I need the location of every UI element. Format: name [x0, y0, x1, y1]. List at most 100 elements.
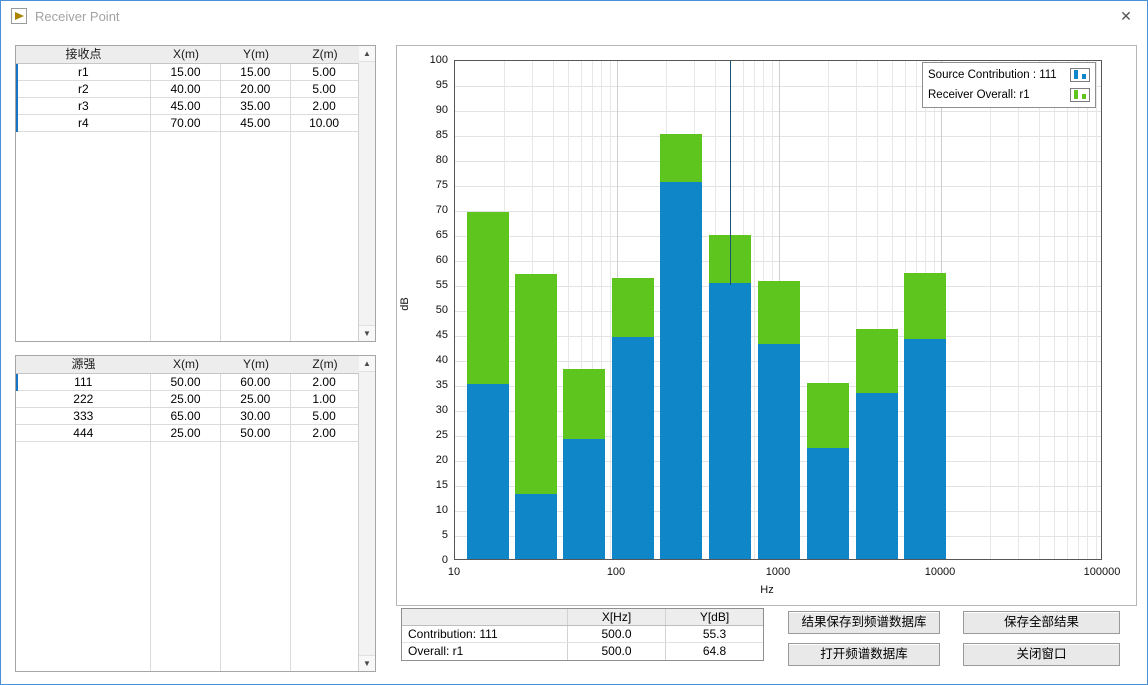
column-header[interactable]: Z(m): [291, 356, 359, 373]
table-cell[interactable]: 45.00: [220, 115, 290, 131]
bar-overall: [807, 383, 849, 448]
title-bar: Receiver Point ✕: [1, 1, 1147, 31]
table-cell[interactable]: 25.00: [220, 391, 290, 407]
window-title: Receiver Point: [35, 9, 120, 24]
table-cell[interactable]: 50.00: [151, 374, 221, 390]
table-cell[interactable]: 5.00: [290, 64, 358, 80]
readout-row-contribution[interactable]: Contribution: 111 500.0 55.3: [402, 626, 763, 643]
gridline-vertical-minor: [610, 61, 611, 559]
table-row[interactable]: r115.0015.005.00: [16, 64, 358, 81]
table-cell[interactable]: r2: [16, 81, 151, 97]
plot-area[interactable]: [454, 60, 1102, 560]
scroll-down-arrow-icon[interactable]: ▼: [359, 655, 375, 671]
table-cell[interactable]: 20.00: [220, 81, 290, 97]
vertical-scrollbar[interactable]: ▲▼: [358, 46, 375, 341]
app-icon: [11, 8, 27, 24]
table-cell[interactable]: 60.00: [220, 374, 290, 390]
column-header[interactable]: 接收点: [16, 46, 151, 63]
readout-header-y: Y[dB]: [666, 609, 763, 625]
table-cell[interactable]: 444: [16, 425, 151, 441]
plot-legend: Source Contribution : 111 Receiver Overa…: [922, 62, 1096, 108]
y-tick-label: 10: [406, 504, 448, 516]
table-cell[interactable]: 2.00: [290, 374, 358, 390]
y-tick-label: 5: [406, 529, 448, 541]
table-cell[interactable]: 333: [16, 408, 151, 424]
column-header[interactable]: 源强: [16, 356, 151, 373]
bar-contribution: [709, 283, 751, 560]
table-cell[interactable]: 111: [16, 374, 151, 390]
close-icon[interactable]: ✕: [1113, 5, 1139, 27]
table-cell[interactable]: 25.00: [151, 425, 221, 441]
y-tick-label: 95: [406, 79, 448, 91]
y-tick-label: 0: [406, 554, 448, 566]
bar-contribution: [515, 494, 557, 559]
table-row[interactable]: r240.0020.005.00: [16, 81, 358, 98]
bar-contribution: [612, 337, 654, 560]
table-cell[interactable]: 45.00: [151, 98, 221, 114]
table-row[interactable]: r470.0045.0010.00: [16, 115, 358, 132]
table-cell[interactable]: 10.00: [290, 115, 358, 131]
column-separator: [290, 46, 291, 341]
plot-cursor[interactable]: [730, 61, 731, 285]
table-cell[interactable]: r4: [16, 115, 151, 131]
table-row[interactable]: 44425.0050.002.00: [16, 425, 358, 442]
table-cell[interactable]: 70.00: [151, 115, 221, 131]
y-tick-label: 90: [406, 104, 448, 116]
readout-row-overall[interactable]: Overall: r1 500.0 64.8: [402, 643, 763, 660]
y-tick-label: 100: [406, 54, 448, 66]
y-tick-label: 85: [406, 129, 448, 141]
table-cell[interactable]: 5.00: [290, 81, 358, 97]
receiver-point-window: Receiver Point ✕ 接收点X(m)Y(m)Z(m)r115.001…: [0, 0, 1148, 685]
column-header[interactable]: Y(m): [221, 46, 291, 63]
column-header[interactable]: Y(m): [221, 356, 291, 373]
table-row[interactable]: r345.0035.002.00: [16, 98, 358, 115]
column-header[interactable]: X(m): [151, 356, 221, 373]
table-cell[interactable]: r1: [16, 64, 151, 80]
column-header[interactable]: Z(m): [291, 46, 359, 63]
table-header-row: 源强X(m)Y(m)Z(m): [16, 356, 359, 374]
table-row[interactable]: 22225.0025.001.00: [16, 391, 358, 408]
y-tick-label: 70: [406, 204, 448, 216]
gridline-vertical-minor: [1087, 61, 1088, 559]
bar-contribution: [904, 339, 946, 559]
table-body: r115.0015.005.00r240.0020.005.00r345.003…: [16, 64, 358, 341]
save-all-results-button[interactable]: 保存全部结果: [963, 611, 1120, 634]
table-cell[interactable]: 25.00: [151, 391, 221, 407]
table-cell[interactable]: 5.00: [290, 408, 358, 424]
table-cell[interactable]: 2.00: [290, 425, 358, 441]
gridline-vertical-minor: [754, 61, 755, 559]
table-cell[interactable]: 15.00: [151, 64, 221, 80]
table-cell[interactable]: r3: [16, 98, 151, 114]
table-cell[interactable]: 30.00: [220, 408, 290, 424]
table-cell[interactable]: 40.00: [151, 81, 221, 97]
x-tick-label: 100: [581, 566, 651, 579]
table-cell[interactable]: 50.00: [220, 425, 290, 441]
legend-entry-overall[interactable]: Receiver Overall: r1: [928, 85, 1090, 105]
y-tick-label: 65: [406, 229, 448, 241]
table-row[interactable]: 11150.0060.002.00: [16, 374, 358, 391]
gridline-vertical-minor: [1096, 61, 1097, 559]
table-cell[interactable]: 65.00: [151, 408, 221, 424]
table-cell[interactable]: 1.00: [290, 391, 358, 407]
open-spectrum-db-button[interactable]: 打开频谱数据库: [788, 643, 940, 666]
gridline-vertical-minor: [1078, 61, 1079, 559]
table-cell[interactable]: 35.00: [220, 98, 290, 114]
scroll-up-arrow-icon[interactable]: ▲: [359, 356, 375, 372]
table-row[interactable]: 33365.0030.005.00: [16, 408, 358, 425]
scroll-down-arrow-icon[interactable]: ▼: [359, 325, 375, 341]
y-tick-label: 75: [406, 179, 448, 191]
save-to-spectrum-db-button[interactable]: 结果保存到频谱数据库: [788, 611, 940, 634]
gridline-vertical-minor: [1039, 61, 1040, 559]
column-header[interactable]: X(m): [151, 46, 221, 63]
column-separator: [150, 356, 151, 671]
table-cell[interactable]: 222: [16, 391, 151, 407]
bar-overall: [467, 212, 509, 385]
scroll-up-arrow-icon[interactable]: ▲: [359, 46, 375, 62]
table-cell[interactable]: 2.00: [290, 98, 358, 114]
readout-y-value: 55.3: [666, 626, 763, 642]
legend-entry-contribution[interactable]: Source Contribution : 111: [928, 65, 1090, 85]
vertical-scrollbar[interactable]: ▲▼: [358, 356, 375, 671]
bar-contribution: [563, 439, 605, 559]
table-cell[interactable]: 15.00: [220, 64, 290, 80]
close-window-button[interactable]: 关闭窗口: [963, 643, 1120, 666]
